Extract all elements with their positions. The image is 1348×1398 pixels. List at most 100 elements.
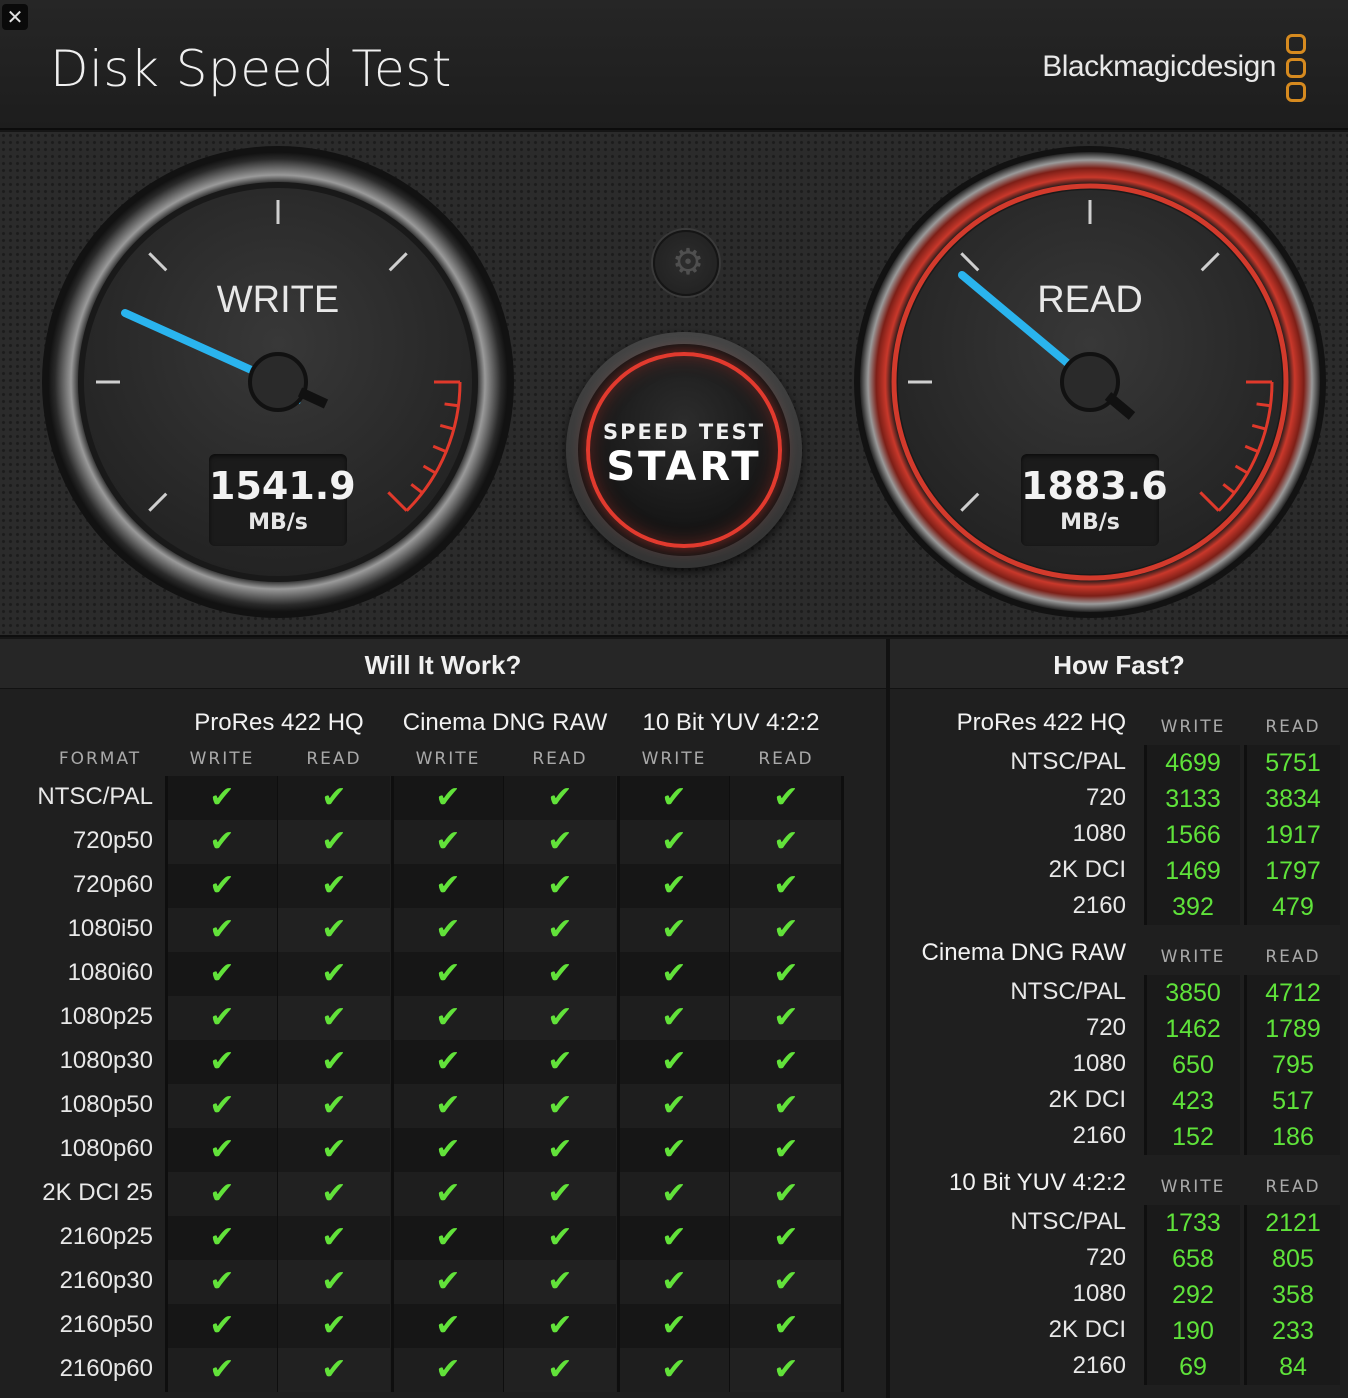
checkmark-icon: ✔ <box>435 1220 461 1255</box>
resolution-label: 2160 <box>1072 1352 1126 1379</box>
checkmark-icon: ✔ <box>435 1132 461 1167</box>
resolution-label: NTSC/PAL <box>1010 748 1126 775</box>
checkmark-icon: ✔ <box>435 1352 461 1387</box>
checkmark-icon: ✔ <box>547 1176 573 1211</box>
write-fps-value: 1566 <box>1165 821 1221 849</box>
checkmark-icon: ✔ <box>435 1044 461 1079</box>
how-fast-panel: How Fast? ProRes 422 HQ WRITE READ NTSC/PAL… <box>890 639 1348 1398</box>
start-button-caption: SPEED TEST <box>602 420 766 444</box>
checkmark-icon: ✔ <box>547 868 573 903</box>
column-header-read: READ <box>1265 717 1321 737</box>
column-header-write: WRITE <box>189 749 255 769</box>
checkmark-icon: ✔ <box>661 868 687 903</box>
checkmark-icon: ✔ <box>321 868 347 903</box>
write-fps-value: 658 <box>1172 1245 1214 1273</box>
checkmark-icon: ✔ <box>435 780 461 815</box>
close-button[interactable]: ✕ <box>2 4 28 30</box>
resolution-label: 720 <box>1085 1244 1126 1271</box>
checkmark-icon: ✔ <box>661 1088 687 1123</box>
checkmark-icon: ✔ <box>547 780 573 815</box>
gauge-redline-tick <box>444 402 459 408</box>
checkmark-icon: ✔ <box>321 1044 347 1079</box>
read-fps-value: 1917 <box>1265 821 1321 849</box>
brand-name: Blackmagicdesign <box>1042 50 1276 83</box>
read-fps-value: 358 <box>1272 1281 1314 1309</box>
checkmark-icon: ✔ <box>773 1264 799 1299</box>
settings-button[interactable]: ⚙ <box>653 230 719 296</box>
checkmark-icon: ✔ <box>321 780 347 815</box>
write-fps-value: 1462 <box>1165 1015 1221 1043</box>
resolution-label: 720 <box>1085 784 1126 811</box>
checkmark-icon: ✔ <box>209 1132 235 1167</box>
checkmark-icon: ✔ <box>547 1352 573 1387</box>
resolution-label: 1080 <box>1072 1280 1126 1307</box>
format-group-heading: Cinema DNG RAW <box>402 709 608 736</box>
read-speed-value: 1883.6 <box>1021 464 1168 508</box>
write-speed-readout: 1541.9 MB/s <box>209 454 356 546</box>
resolution-label: 2K DCI <box>1048 1086 1126 1113</box>
column-divider <box>165 776 168 1392</box>
checkmark-icon: ✔ <box>661 1044 687 1079</box>
resolution-label: 2K DCI <box>1048 856 1126 883</box>
start-button-label: START <box>606 444 762 490</box>
read-fps-value: 805 <box>1272 1245 1314 1273</box>
checkmark-icon: ✔ <box>321 956 347 991</box>
checkmark-icon: ✔ <box>435 824 461 859</box>
checkmark-icon: ✔ <box>435 1088 461 1123</box>
checkmark-icon: ✔ <box>661 956 687 991</box>
resolution-label: 1080 <box>1072 1050 1126 1077</box>
resolution-label: 2160 <box>1072 892 1126 919</box>
checkmark-icon: ✔ <box>661 1176 687 1211</box>
resolution-label: 720 <box>1085 1014 1126 1041</box>
checkmark-icon: ✔ <box>661 824 687 859</box>
app-title: Disk Speed Test <box>50 40 452 98</box>
checkmark-icon: ✔ <box>547 1220 573 1255</box>
read-gauge-label: READ <box>1037 279 1143 321</box>
checkmark-icon: ✔ <box>321 1132 347 1167</box>
write-fps-value: 190 <box>1172 1317 1214 1345</box>
write-fps-value: 392 <box>1172 893 1214 921</box>
write-fps-value: 1469 <box>1165 857 1221 885</box>
checkmark-icon: ✔ <box>547 1000 573 1035</box>
checkmark-icon: ✔ <box>209 1220 235 1255</box>
write-fps-value: 650 <box>1172 1051 1214 1079</box>
read-fps-value: 1789 <box>1265 1015 1321 1043</box>
write-speed-unit: MB/s <box>248 510 308 535</box>
format-row-label: 2160p30 <box>59 1267 153 1294</box>
read-speed-readout: 1883.6 MB/s <box>1021 454 1168 546</box>
checkmark-icon: ✔ <box>773 1308 799 1343</box>
checkmark-icon: ✔ <box>773 1044 799 1079</box>
format-row-label: 1080p25 <box>59 1003 153 1030</box>
format-row-label: 2160p50 <box>59 1311 153 1338</box>
column-divider <box>503 776 504 1392</box>
checkmark-icon: ✔ <box>435 1000 461 1035</box>
speed-section-heading: ProRes 422 HQ <box>956 709 1126 736</box>
write-fps-value: 1733 <box>1165 1209 1221 1237</box>
read-fps-value: 517 <box>1272 1087 1314 1115</box>
column-divider <box>391 776 394 1392</box>
speed-test-start-button[interactable]: SPEED TEST START <box>566 332 802 568</box>
checkmark-icon: ✔ <box>435 1264 461 1299</box>
column-header-read: READ <box>758 749 814 769</box>
write-fps-value: 423 <box>1172 1087 1214 1115</box>
write-fps-value: 3850 <box>1165 979 1221 1007</box>
gear-icon: ⚙ <box>671 242 705 283</box>
checkmark-icon: ✔ <box>321 1176 347 1211</box>
checkmark-icon: ✔ <box>209 1044 235 1079</box>
checkmark-icon: ✔ <box>661 1132 687 1167</box>
column-header-write: WRITE <box>415 749 481 769</box>
checkmark-icon: ✔ <box>773 824 799 859</box>
checkmark-icon: ✔ <box>661 780 687 815</box>
checkmark-icon: ✔ <box>773 780 799 815</box>
format-group-heading: 10 Bit YUV 4:2:2 <box>642 709 820 736</box>
format-row-label: 2160p25 <box>59 1223 153 1250</box>
checkmark-icon: ✔ <box>209 956 235 991</box>
column-divider <box>841 776 844 1392</box>
column-header-read: READ <box>1265 947 1321 967</box>
checkmark-icon: ✔ <box>209 1264 235 1299</box>
read-fps-value: 84 <box>1279 1353 1307 1381</box>
read-fps-value: 1797 <box>1265 857 1321 885</box>
write-fps-value: 292 <box>1172 1281 1214 1309</box>
write-fps-value: 3133 <box>1165 785 1221 813</box>
checkmark-icon: ✔ <box>773 1220 799 1255</box>
